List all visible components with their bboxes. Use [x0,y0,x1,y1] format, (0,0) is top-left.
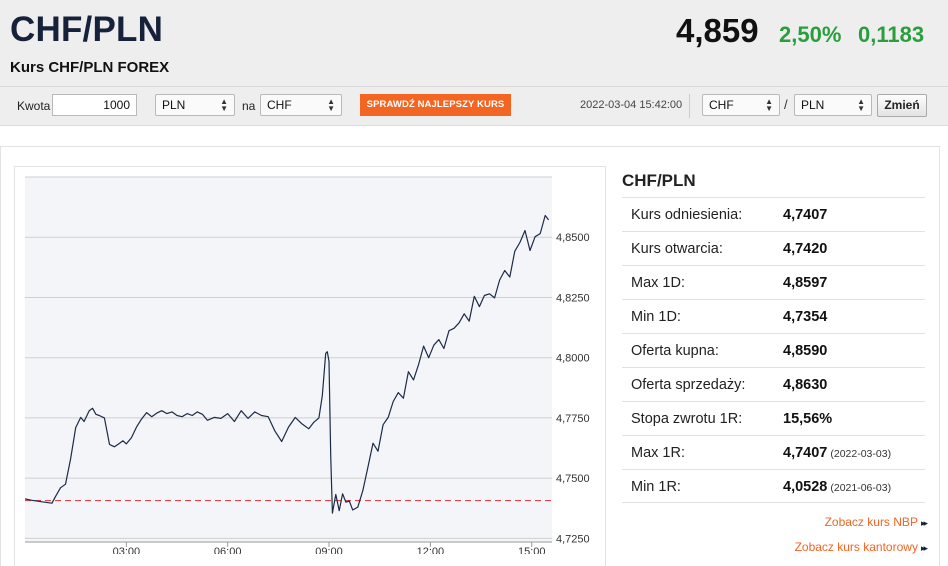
page-title: CHF/PLN [10,10,164,49]
stat-value-text: 15,56% [783,411,833,427]
pair-quote-select[interactable]: PLN ▲ ▼ [794,94,872,116]
stat-value-text: 4,7354 [783,309,828,325]
page-subtitle: Kurs CHF/PLN FOREX [10,59,170,76]
stat-value-text: 4,7407 [783,207,828,223]
select-arrows-icon: ▲ ▼ [327,97,335,113]
stats-title: CHF/PLN [622,171,696,190]
select-arrows-icon: ▲ ▼ [857,97,865,113]
to-label: na [242,99,256,113]
plot-area [25,177,552,542]
stat-label: Oferta sprzedaży: [631,377,746,393]
from-currency-select[interactable]: PLN ▲ ▼ [155,94,235,116]
change-absolute: 0,1183 [858,22,925,47]
quote-header: CHF/PLN Kurs CHF/PLN FOREX 4,859 2,50% 0… [0,0,948,126]
change-percent: 2,50% [779,22,842,47]
stat-label: Max 1D: [631,275,685,291]
amount-label: Kwota [17,99,51,113]
price-chart-svg: 4,85004,82504,80004,77504,75004,725003:0… [24,176,590,554]
change-pair-button[interactable]: Zmień [877,94,927,117]
stat-row: Kurs otwarcia: 4,7420 [622,231,925,265]
stat-label: Min 1R: [631,479,681,495]
from-currency-value: PLN [162,98,186,112]
y-tick-label: 4,7250 [556,533,590,545]
double-chevron-right-icon: ▸▸ [920,518,928,528]
stat-row: Min 1D: 4,7354 [622,299,925,333]
select-arrows-icon: ▲ ▼ [220,97,228,113]
toolbar-separator [689,94,690,118]
kantor-rate-link[interactable]: Zobacz kurs kantorowy ▸▸ [740,540,928,554]
kantor-rate-link-label: Zobacz kurs kantorowy [794,540,918,554]
stat-value: 4,0528 (2021-06-03) [783,479,891,495]
stat-value-text: 4,8597 [783,275,828,291]
stat-label: Stopa zwrotu 1R: [631,411,743,427]
stat-date: (2022-03-03) [830,448,892,460]
y-tick-label: 4,8000 [556,353,590,365]
stat-label: Kurs odniesienia: [631,207,743,223]
stat-row: Max 1R: 4,7407 (2022-03-03) [622,435,925,469]
stat-value: 4,7354 [783,309,827,325]
stat-value: 4,7420 [783,241,827,257]
stat-value-text: 4,8630 [783,377,828,393]
stat-value: 4,7407 [783,207,827,223]
stat-value-text: 4,7407 [783,445,828,461]
to-currency-value: CHF [267,98,292,112]
stat-row: Max 1D: 4,8597 [622,265,925,299]
stat-value: 4,8630 [783,377,827,393]
check-best-rate-button[interactable]: SPRAWDŹ NAJLEPSZY KURS [360,94,511,116]
y-tick-label: 4,7500 [556,473,590,485]
pair-base-value: CHF [709,98,734,112]
stat-value-text: 4,0528 [783,479,828,495]
stat-row: Stopa zwrotu 1R: 15,56% [622,401,925,435]
nbp-rate-link[interactable]: Zobacz kurs NBP ▸▸ [760,515,928,529]
stat-value-text: 4,8590 [783,343,828,359]
select-arrows-icon: ▲ ▼ [765,97,773,113]
stat-row: Kurs odniesienia: 4,7407 [622,197,925,231]
y-tick-label: 4,7750 [556,413,590,425]
y-tick-label: 4,8250 [556,292,590,304]
stat-row: Oferta sprzedaży: 4,8630 [622,367,925,401]
amount-input[interactable]: 1000 [52,94,137,116]
stat-label: Oferta kupna: [631,343,719,359]
stats-table: Kurs odniesienia: 4,7407 Kurs otwarcia: 4,7… [622,197,925,503]
pair-base-select[interactable]: CHF ▲ ▼ [702,94,780,116]
quote-timestamp: 2022-03-04 15:42:00 [580,99,683,111]
y-tick-label: 4,8500 [556,232,590,244]
stat-value: 15,56% [783,411,832,427]
stat-value: 4,7407 (2022-03-03) [783,445,891,461]
stat-value: 4,8590 [783,343,827,359]
stat-label: Kurs otwarcia: [631,241,723,257]
header-divider [0,86,948,87]
stat-row: Oferta kupna: 4,8590 [622,333,925,367]
current-price: 4,859 [676,12,759,49]
stat-value-text: 4,7420 [783,241,828,257]
pair-separator: / [784,97,788,112]
stat-label: Max 1R: [631,445,685,461]
nbp-rate-link-label: Zobacz kurs NBP [824,515,918,529]
stat-date: (2021-06-03) [830,482,892,494]
price-chart: 4,8500 4,8250 4,8000 4,7750 4,7500 4,7250 03:0… [14,166,606,566]
stat-value: 4,8597 [783,275,827,291]
stat-label: Min 1D: [631,309,681,325]
double-chevron-right-icon: ▸▸ [920,543,928,553]
pair-quote-value: PLN [801,98,825,112]
to-currency-select[interactable]: CHF ▲ ▼ [260,94,342,116]
stat-row: Min 1R: 4,0528 (2021-06-03) [622,469,925,503]
